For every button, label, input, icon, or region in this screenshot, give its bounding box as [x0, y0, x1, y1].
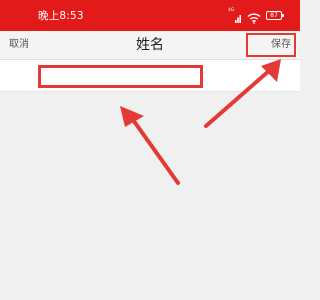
wifi-icon: [247, 9, 261, 24]
signal-icon: 4G: [228, 8, 241, 23]
battery-icon: 87: [266, 11, 284, 20]
status-time: 晚上8:53: [38, 10, 84, 22]
signal-label: 4G: [228, 8, 235, 13]
name-input-row: [0, 60, 300, 92]
battery-tip: [282, 14, 284, 17]
arrow-to-input: [120, 106, 180, 185]
status-bar: 晚上8:53 4G 87: [0, 0, 300, 31]
battery-level: 87: [270, 12, 278, 19]
name-input[interactable]: [38, 65, 203, 88]
title-bar: 取消 姓名 保存: [0, 31, 300, 60]
status-icons: 4G 87: [228, 8, 286, 24]
save-button[interactable]: 保存: [246, 33, 296, 57]
